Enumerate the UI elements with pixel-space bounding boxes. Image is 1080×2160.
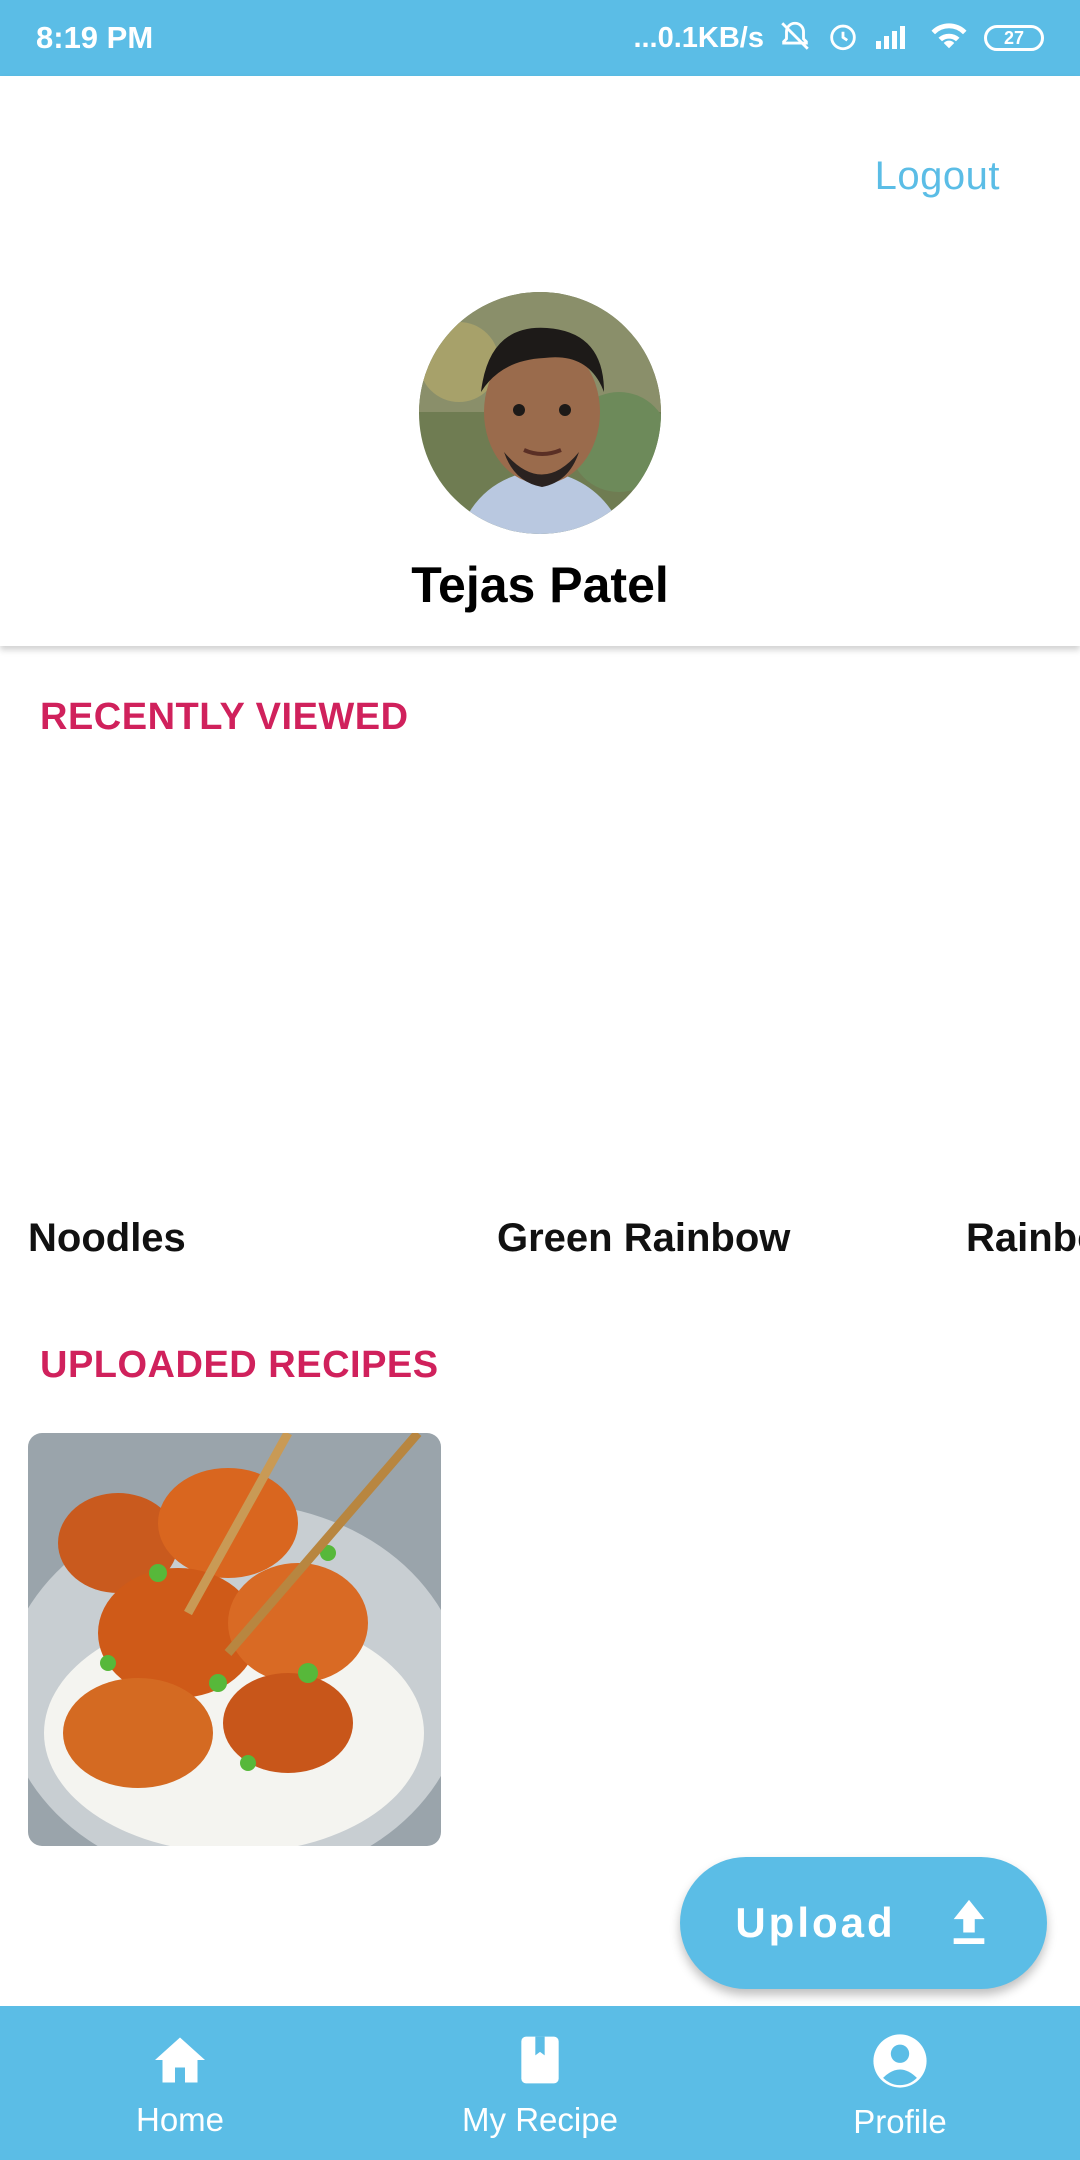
upload-icon	[946, 1896, 992, 1951]
recipe-image	[28, 1433, 441, 1846]
nav-item-home[interactable]: Home	[0, 2006, 360, 2160]
upload-button-label: Upload	[735, 1899, 896, 1946]
book-icon	[512, 2032, 568, 2093]
bottom-nav: Home My Recipe Profile	[0, 2006, 1080, 2160]
logout-button[interactable]: Logout	[875, 154, 1000, 199]
nav-label-home: Home	[135, 2101, 225, 2138]
nav-item-my-recipe[interactable]: My Recipe	[360, 2006, 720, 2160]
recipe-card[interactable]	[28, 1433, 441, 1846]
nav-label-profile: Profile	[853, 2103, 947, 2140]
uploaded-recipes-title: UPLOADED RECIPES	[40, 1344, 439, 1386]
battery-indicator: 27	[984, 25, 1044, 51]
recently-viewed-title: RECENTLY VIEWED	[40, 696, 409, 738]
nav-label-my-recipe: My Recipe	[462, 2101, 618, 2138]
alarm-icon	[826, 19, 860, 58]
mute-icon	[778, 19, 812, 58]
upload-button[interactable]: Upload	[680, 1857, 1047, 1989]
status-icons: ...0.1KB/s 27	[633, 14, 1044, 62]
net-speed: ...0.1KB/s	[633, 21, 764, 54]
avatar	[419, 292, 661, 534]
profile-name: Tejas Patel	[411, 557, 669, 613]
status-time: 8:19 PM	[36, 20, 154, 55]
profile-header: Logout Tejas Patel	[0, 76, 1080, 646]
wifi-icon	[928, 20, 970, 57]
status-bar: 8:19 PM ...0.1KB/s 27	[0, 0, 1080, 76]
recent-item-green-rainbow[interactable]: Green Rainbow	[497, 1216, 790, 1261]
recent-item-rainbow[interactable]: Rainbo	[966, 1216, 1080, 1261]
account-circle-icon	[871, 2032, 929, 2095]
signal-icon	[874, 21, 914, 56]
recent-item-noodles[interactable]: Noodles	[28, 1216, 186, 1261]
home-icon	[150, 2032, 210, 2093]
nav-item-profile[interactable]: Profile	[720, 2006, 1080, 2160]
